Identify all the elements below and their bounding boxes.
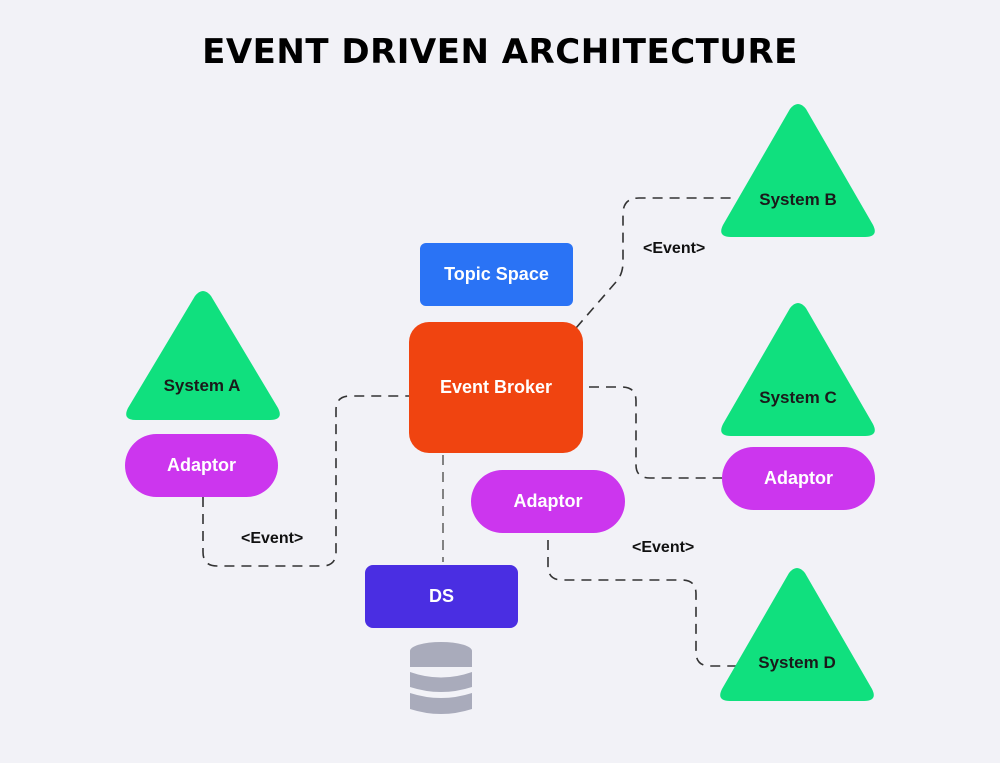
edge-broker-to-system-b bbox=[575, 197, 735, 329]
adaptor-a-pill[interactable]: Adaptor bbox=[125, 434, 278, 497]
database-icon bbox=[410, 642, 472, 714]
data-store-box[interactable]: DS bbox=[365, 565, 518, 628]
event-label-a: <Event> bbox=[241, 530, 304, 547]
adaptor-broker-label: Adaptor bbox=[513, 491, 583, 511]
event-label-d: <Event> bbox=[632, 539, 695, 556]
edge-adaptor-to-system-d bbox=[547, 540, 740, 667]
topic-space-label: Topic Space bbox=[444, 264, 549, 284]
adaptor-broker-pill[interactable]: Adaptor bbox=[471, 470, 625, 533]
edge-broker-to-adaptor-c bbox=[589, 386, 722, 479]
event-broker-label: Event Broker bbox=[439, 377, 553, 397]
system-b-label: System B bbox=[759, 190, 837, 209]
event-label-b: <Event> bbox=[643, 240, 706, 257]
system-a-label: System A bbox=[163, 376, 241, 395]
system-d-label: System D bbox=[758, 653, 836, 672]
system-c-triangle[interactable] bbox=[719, 302, 877, 440]
system-b-triangle[interactable] bbox=[719, 103, 877, 243]
event-broker-box[interactable]: Event Broker bbox=[409, 322, 583, 453]
adaptor-c-label: Adaptor bbox=[764, 468, 833, 488]
topic-space-box[interactable]: Topic Space bbox=[420, 243, 573, 306]
system-d-triangle[interactable] bbox=[718, 567, 876, 707]
adaptor-a-label: Adaptor bbox=[167, 455, 236, 475]
system-a-triangle[interactable] bbox=[124, 290, 282, 428]
adaptor-c-pill[interactable]: Adaptor bbox=[722, 447, 875, 510]
system-c-label: System C bbox=[759, 388, 837, 407]
data-store-label: DS bbox=[428, 586, 454, 606]
